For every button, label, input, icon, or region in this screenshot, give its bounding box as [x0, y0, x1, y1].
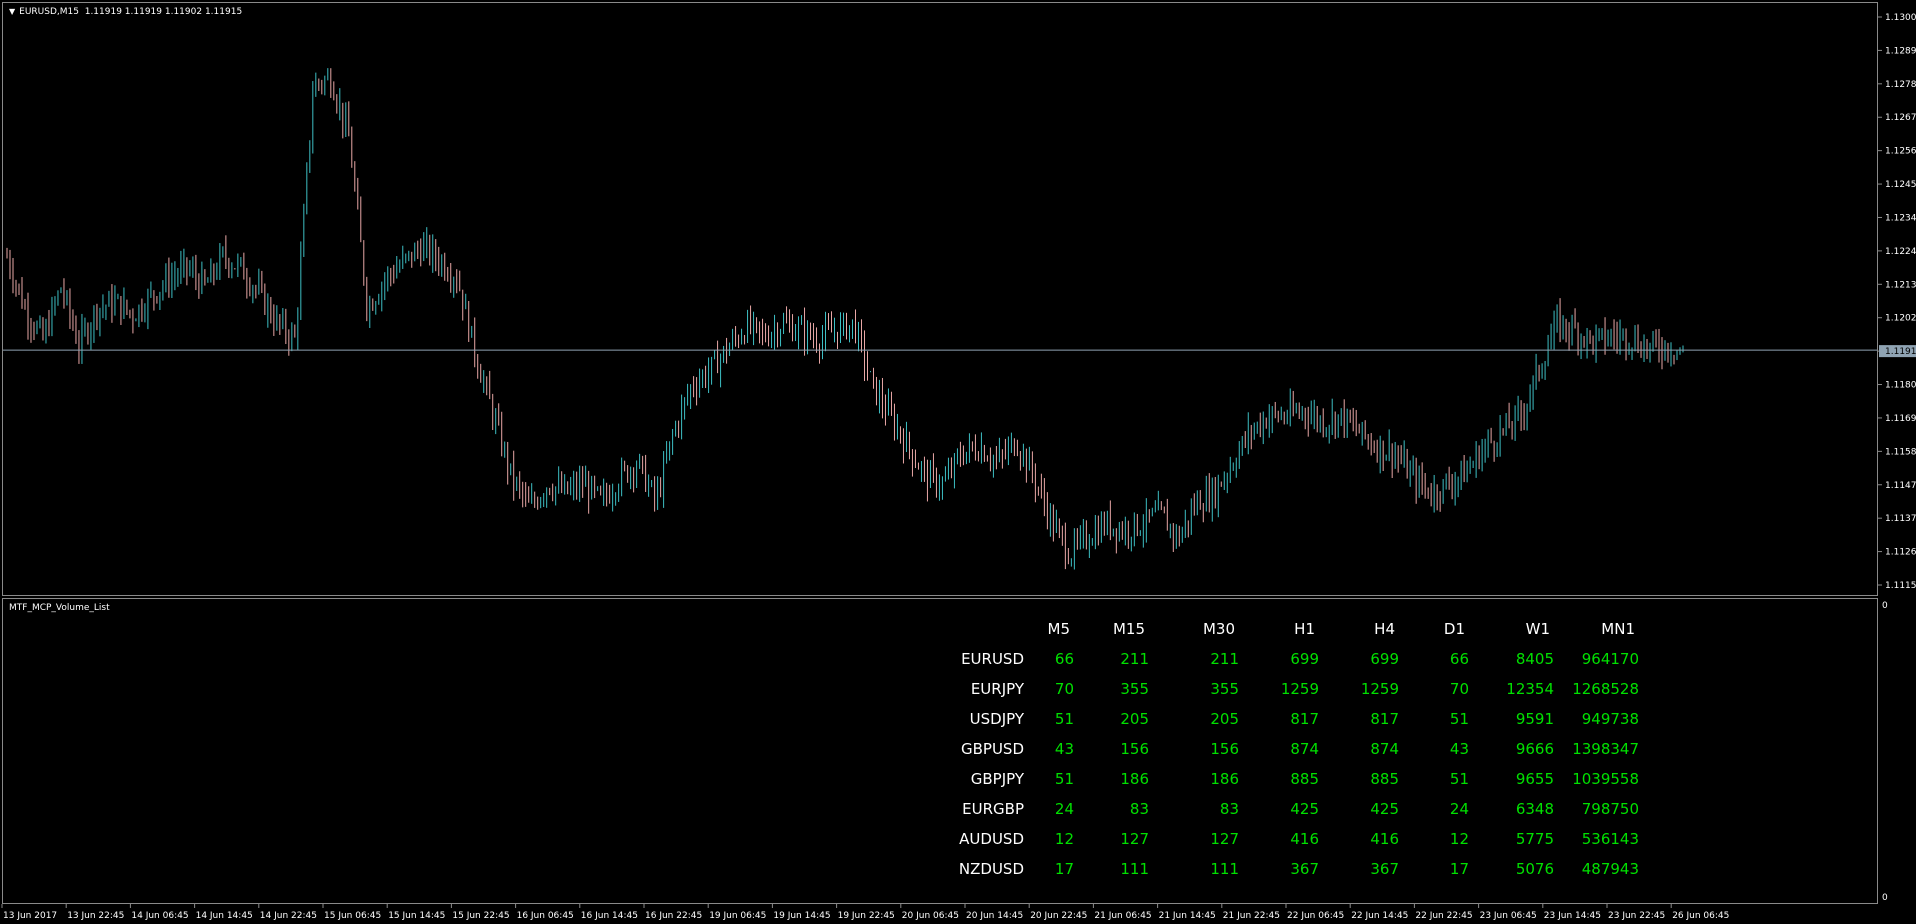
time-label: 14 Jun 14:45 [196, 911, 253, 921]
price-label: 1.11475 [1885, 481, 1916, 491]
time-label: 19 Jun 14:45 [773, 911, 830, 921]
price-label: 1.11150 [1885, 581, 1916, 591]
time-label: 23 Jun 06:45 [1480, 911, 1537, 921]
time-label: 13 Jun 22:45 [67, 911, 124, 921]
time-label: 22 Jun 22:45 [1415, 911, 1472, 921]
time-label: 22 Jun 14:45 [1351, 911, 1408, 921]
price-label: 1.11260 [1885, 548, 1916, 558]
time-label: 26 Jun 06:45 [1672, 911, 1729, 921]
price-label: 1.12670 [1885, 113, 1916, 123]
time-label: 14 Jun 22:45 [260, 911, 317, 921]
time-label: 15 Jun 22:45 [452, 911, 509, 921]
price-label: 1.11915 [1885, 347, 1916, 357]
time-label: 21 Jun 06:45 [1094, 911, 1151, 921]
time-label: 21 Jun 14:45 [1159, 911, 1216, 921]
price-label: 1.11370 [1885, 514, 1916, 524]
indicator-scale-bottom: 0 [1882, 893, 1888, 903]
price-label: 1.11585 [1885, 447, 1916, 457]
time-label: 23 Jun 22:45 [1608, 911, 1665, 921]
price-label: 1.12565 [1885, 147, 1916, 157]
indicator-scale-top: 0 [1882, 601, 1888, 611]
price-label: 1.11695 [1885, 414, 1916, 424]
price-label: 1.13000 [1885, 13, 1916, 23]
price-plot [3, 68, 1877, 570]
main-chart-window[interactable]: ▼ EURUSD,M15 1.11919 1.11919 1.11902 1.11… [2, 2, 1878, 596]
price-label: 1.12240 [1885, 247, 1916, 257]
time-label: 22 Jun 06:45 [1287, 911, 1344, 921]
time-label: 20 Jun 22:45 [1030, 911, 1087, 921]
time-label: 19 Jun 22:45 [838, 911, 895, 921]
time-label: 20 Jun 06:45 [902, 911, 959, 921]
price-label: 1.12020 [1885, 314, 1916, 324]
time-label: 14 Jun 06:45 [131, 911, 188, 921]
time-label: 15 Jun 06:45 [324, 911, 381, 921]
time-label: 20 Jun 14:45 [966, 911, 1023, 921]
price-label: 1.12780 [1885, 80, 1916, 90]
time-label: 15 Jun 14:45 [388, 911, 445, 921]
price-axis[interactable]: 1.13000 1.12890 1.12780 1.12670 1.12565 1.124… [1878, 0, 1916, 904]
price-label: 1.12130 [1885, 280, 1916, 290]
time-label: 13 Jun 2017 [3, 911, 57, 921]
indicator-window[interactable]: MTF_MCP_Volume_List [2, 598, 1878, 904]
indicator-title: MTF_MCP_Volume_List [9, 603, 110, 613]
price-label: 1.11805 [1885, 381, 1916, 391]
time-label: 21 Jun 22:45 [1223, 911, 1280, 921]
time-label: 16 Jun 22:45 [645, 911, 702, 921]
price-label: 1.12455 [1885, 180, 1916, 190]
time-axis[interactable]: 13 Jun 2017 13 Jun 22:45 14 Jun 06:45 14 Ju… [0, 904, 1916, 924]
time-label: 16 Jun 06:45 [517, 911, 574, 921]
time-label: 16 Jun 14:45 [581, 911, 638, 921]
price-label: 1.12890 [1885, 46, 1916, 56]
time-label: 19 Jun 06:45 [709, 911, 766, 921]
price-label: 1.12345 [1885, 213, 1916, 223]
time-label: 23 Jun 14:45 [1544, 911, 1601, 921]
